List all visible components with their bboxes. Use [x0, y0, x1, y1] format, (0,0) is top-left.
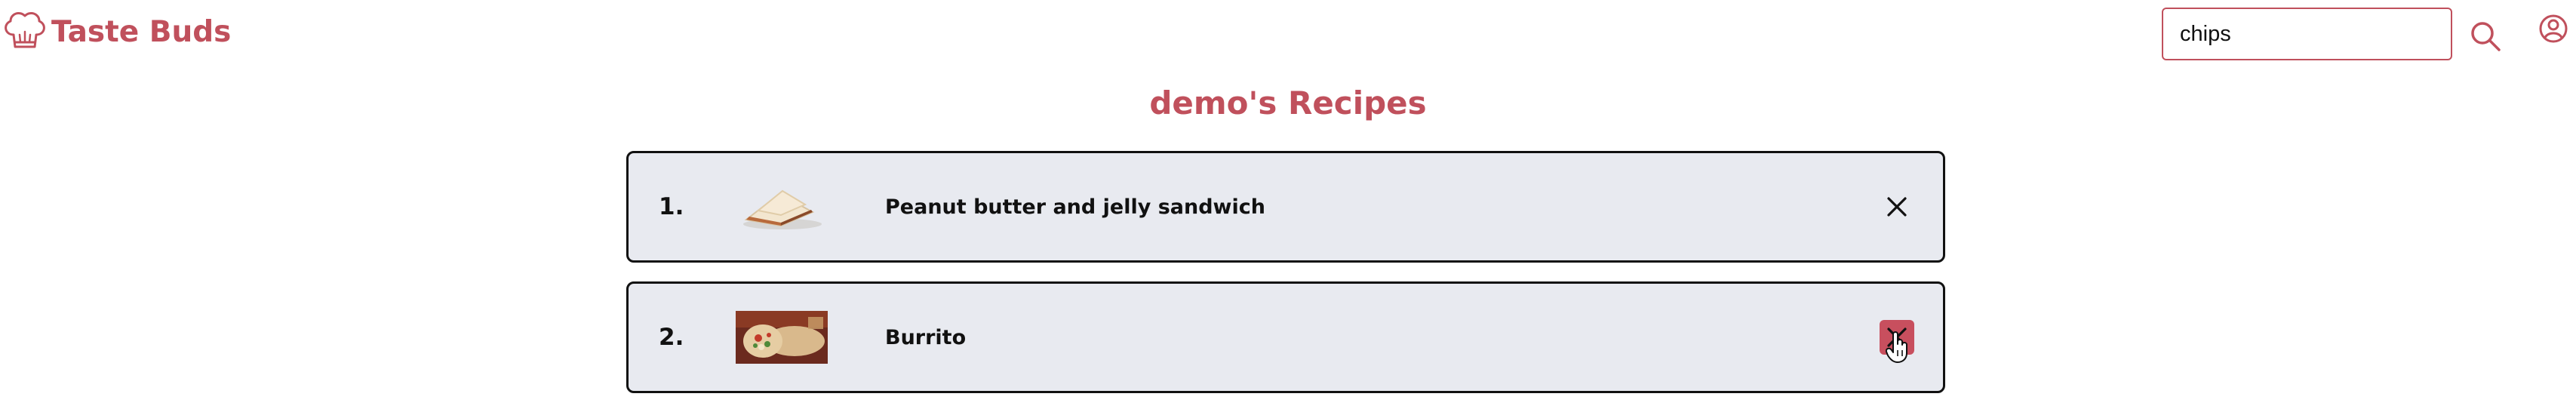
- page-title: demo's Recipes: [1149, 85, 1427, 121]
- top-navbar: Taste Buds: [0, 0, 2576, 72]
- brand-name: Taste Buds: [51, 14, 232, 49]
- remove-recipe-button[interactable]: [1880, 320, 1914, 355]
- profile-button[interactable]: [2535, 11, 2571, 47]
- search-input[interactable]: [2162, 8, 2452, 60]
- close-icon: [1887, 197, 1907, 217]
- recipe-card[interactable]: 2. Burrito: [626, 281, 1945, 393]
- burrito-photo: [736, 311, 828, 364]
- recipe-index: 1.: [659, 193, 684, 220]
- search-icon: [2471, 22, 2501, 51]
- recipe-card[interactable]: 1. Peanut butter and jelly sandwich: [626, 151, 1945, 263]
- close-icon: [1887, 328, 1907, 347]
- recipe-name: Burrito: [885, 325, 967, 349]
- recipe-index: 2.: [659, 324, 684, 351]
- user-circle-icon: [2539, 14, 2568, 43]
- remove-recipe-button[interactable]: [1880, 189, 1914, 224]
- search-button[interactable]: [2464, 15, 2507, 57]
- recipe-name: Peanut butter and jelly sandwich: [885, 195, 1265, 219]
- brand-home-link[interactable]: Taste Buds: [2, 9, 231, 54]
- sandwich-photo: [736, 180, 828, 233]
- recipe-list: 1. Peanut butter and jelly sandwich 2. B…: [626, 151, 1945, 409]
- chef-hat-icon: [5, 12, 45, 48]
